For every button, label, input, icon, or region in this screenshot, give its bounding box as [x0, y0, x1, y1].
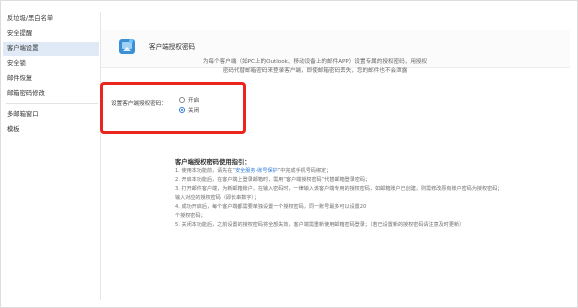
guide-title: 客户端授权密码使用指引： — [175, 159, 251, 166]
sidebar-item-security-lock[interactable]: 安全锁 — [3, 57, 99, 71]
setting-label: 设置客户端授权密码： — [111, 101, 167, 107]
client-app-icon — [117, 36, 137, 56]
radio-disable[interactable]: 关闭 — [179, 106, 199, 114]
intro-line-1: 为每个客户端（如PC上的Outlook、移动设备上的邮件APP）设置专属的授权密… — [202, 59, 428, 65]
intro-line-2: 密码代替邮箱密码来登录客户端，即使邮箱密码丢失，您的邮件也不会泄露 — [222, 68, 408, 74]
guide-line: 4. 成功开启后，每个客户端都需要单独设置一个授权密码，同一账号最多可以设置20 — [175, 204, 367, 210]
sidebar-item-password-change[interactable]: 邮箱密码修改 — [3, 87, 99, 101]
guide-line: 2. 开启本功能后，在客户端上登录邮箱时，需用“客户端授权密码”代替邮箱登录密码… — [175, 177, 371, 183]
guide-list: 1. 使用本功能前，请先在“安全服务-账号保护”中完成手机号码绑定； 2. 开启… — [175, 167, 563, 230]
radio-enable-circle[interactable] — [179, 97, 185, 103]
guide-line: 3. 打开邮件客户端，为新邮箱账户，在输入密码时，一律输入该客户端专用的授权密码… — [175, 186, 503, 192]
radio-disable-label: 关闭 — [188, 108, 200, 114]
guide-line: 5. 关闭本功能后，之前设置的授权密码将全部失效，客户端需重新使用邮箱密码登录；… — [175, 222, 465, 228]
sidebar: 反垃圾/黑白名单 安全提醒 客户端设置 安全锁 邮件恢复 邮箱密码修改 多邮箱窗… — [3, 12, 99, 300]
guide-line: 个授权密码； — [175, 213, 206, 219]
sidebar-divider — [6, 103, 98, 104]
sidebar-item-anti-spam[interactable]: 反垃圾/黑白名单 — [3, 12, 99, 26]
radio-disable-circle[interactable] — [179, 107, 185, 113]
highlight-box — [100, 82, 246, 134]
page-intro: 为每个客户端（如PC上的Outlook、移动设备上的邮件APP）设置专属的授权密… — [175, 58, 455, 76]
sidebar-item-template[interactable]: 模板 — [3, 123, 99, 137]
guide-line: 输入对应的授权密码（即长串数字）； — [175, 195, 260, 201]
radio-enable-label: 开启 — [188, 98, 200, 104]
sidebar-item-mail-recovery[interactable]: 邮件恢复 — [3, 72, 99, 86]
sidebar-item-client-settings[interactable]: 客户端设置 — [3, 42, 99, 56]
page-frame: 反垃圾/黑白名单 安全提醒 客户端设置 安全锁 邮件恢复 邮箱密码修改 多邮箱窗… — [0, 0, 578, 308]
guide-line: 1. 使用本功能前，请先在“安全服务-账号保护”中完成手机号码绑定； — [175, 168, 332, 174]
page-title: 客户端授权密码 — [149, 43, 196, 51]
sidebar-item-security-alert[interactable]: 安全提醒 — [3, 27, 99, 41]
sidebar-item-multi-mailbox[interactable]: 多邮箱窗口 — [3, 108, 99, 122]
radio-enable[interactable]: 开启 — [179, 96, 199, 104]
account-protection-link[interactable]: 安全服务-账号保护 — [235, 168, 278, 174]
